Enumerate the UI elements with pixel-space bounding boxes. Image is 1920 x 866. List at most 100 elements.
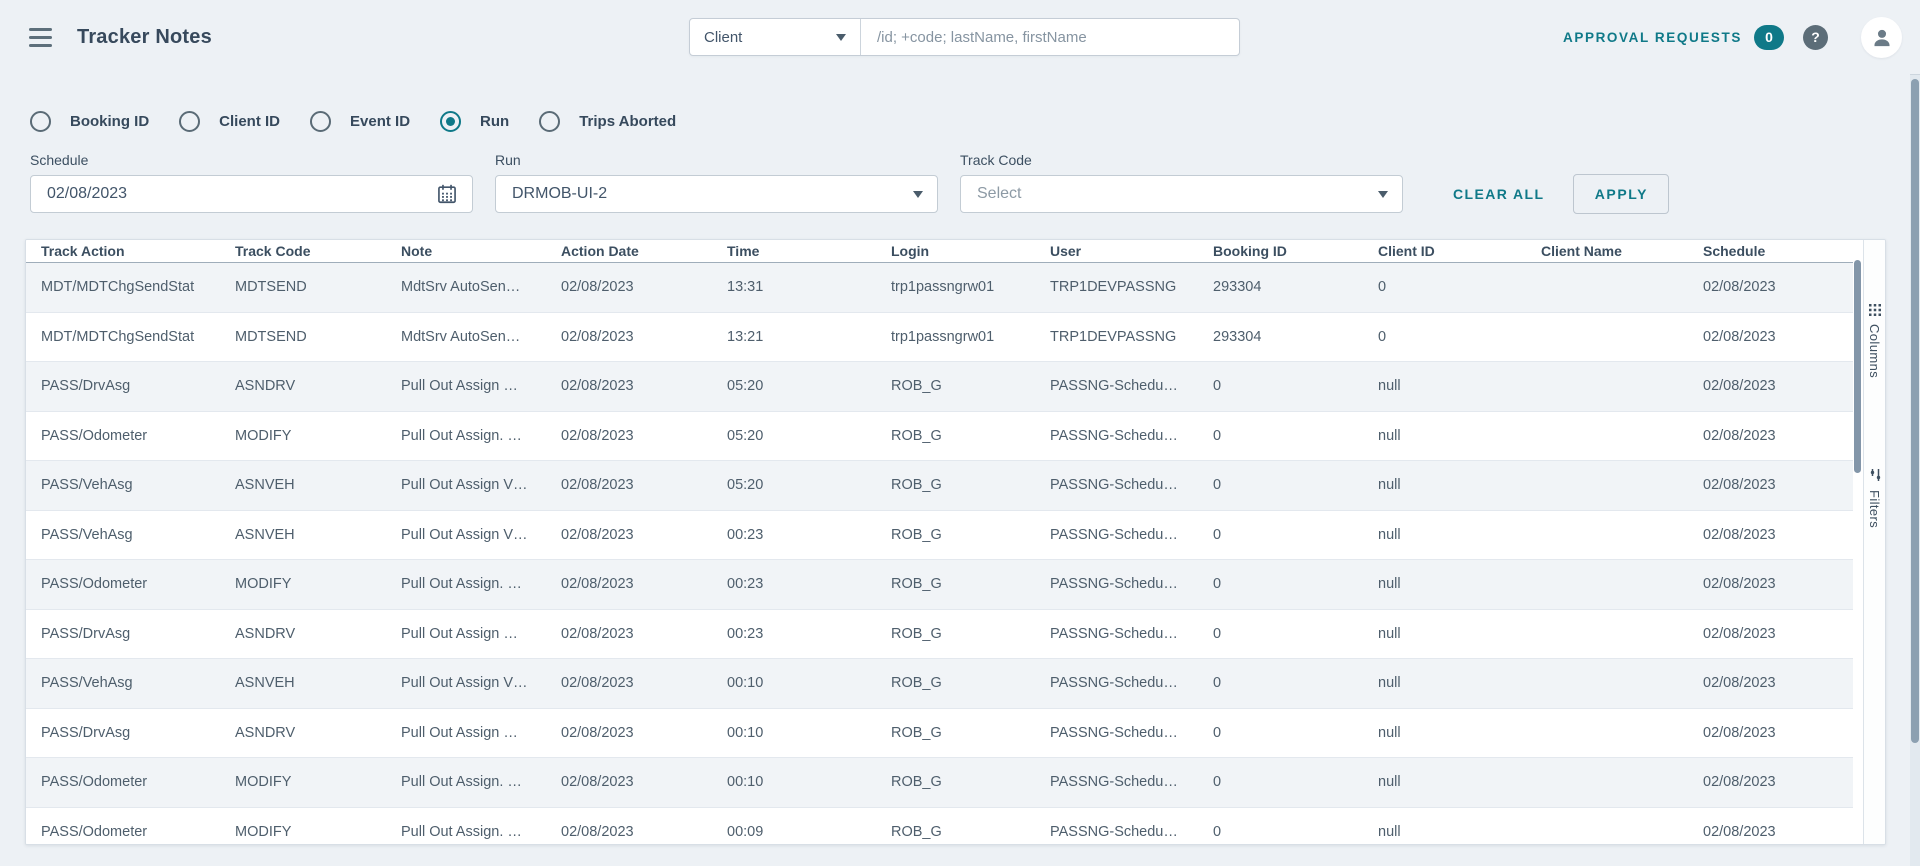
- table-cell: null: [1378, 675, 1401, 691]
- table-cell: 00:23: [727, 625, 764, 642]
- column-header-login[interactable]: Login: [876, 240, 1035, 262]
- column-header-note[interactable]: Note: [386, 240, 546, 262]
- table-row[interactable]: PASS/Odometer MODIFY Pull Out Assign. … 02/…: [26, 807, 1853, 845]
- table-cell: TRP1DEVPASSNG: [1050, 328, 1177, 345]
- table-cell: trp1passngrw01: [891, 279, 995, 295]
- table-cell: [1526, 461, 1688, 510]
- column-header-schedule[interactable]: Schedule: [1688, 240, 1853, 262]
- table-cell: ASNDRV: [235, 378, 296, 394]
- column-header-client-id[interactable]: Client ID: [1363, 240, 1526, 262]
- radio-unselected-icon[interactable]: [539, 110, 561, 132]
- table-cell: [1526, 758, 1688, 807]
- table-cell: 02/08/2023: [561, 774, 634, 790]
- column-header-user[interactable]: User: [1035, 240, 1198, 262]
- page-title: Tracker Notes: [77, 25, 212, 48]
- table-row[interactable]: MDT/MDTChgSendStat MDTSEND MdtSrv AutoSen……: [26, 312, 1853, 362]
- table-cell: ASNVEH: [235, 526, 295, 543]
- filter-actions: CLEAR ALL APPLY: [1425, 174, 1670, 214]
- table-cell: 02/08/2023: [1703, 724, 1776, 741]
- table-row[interactable]: PASS/DrvAsg ASNDRV Pull Out Assign … 02/08/…: [26, 362, 1853, 412]
- table-cell: PASSNG-Schedu…: [1050, 625, 1178, 642]
- table-row[interactable]: PASS/Odometer MODIFY Pull Out Assign. … 02/…: [26, 411, 1853, 461]
- column-header-booking-id[interactable]: Booking ID: [1198, 240, 1363, 262]
- column-header-time[interactable]: Time: [712, 240, 876, 262]
- clear-all-button[interactable]: CLEAR ALL: [1453, 186, 1544, 202]
- apply-button[interactable]: APPLY: [1573, 174, 1670, 214]
- table-cell: PASS/VehAsg: [41, 526, 133, 543]
- table-row[interactable]: MDT/MDTChgSendStat MDTSEND MdtSrv AutoSen……: [26, 263, 1853, 313]
- table-row[interactable]: PASS/VehAsg ASNVEH Pull Out Assign V… 02/08…: [26, 461, 1853, 511]
- table-row[interactable]: PASS/VehAsg ASNVEH Pull Out Assign V… 02/08…: [26, 510, 1853, 560]
- radio-event-id[interactable]: Event ID: [310, 110, 410, 132]
- radio-booking-id[interactable]: Booking ID: [30, 110, 149, 132]
- radio-unselected-icon[interactable]: [30, 110, 51, 132]
- column-header-client-name[interactable]: Client Name: [1526, 240, 1688, 262]
- approval-requests-link[interactable]: APPROVAL REQUESTS: [1563, 30, 1742, 45]
- menu-icon[interactable]: [29, 27, 53, 47]
- filters-tab[interactable]: Filters: [1867, 468, 1882, 528]
- avatar[interactable]: [1861, 16, 1902, 58]
- table-cell: PASS/VehAsg: [41, 675, 133, 691]
- columns-grid-icon: [1868, 304, 1881, 316]
- help-icon[interactable]: ?: [1803, 24, 1828, 50]
- filter-fields-row: Schedule 02/08/2023 Run DRMOB-UI-2 Track…: [30, 152, 1890, 214]
- schedule-label: Schedule: [30, 152, 89, 168]
- radio-unselected-icon[interactable]: [179, 110, 201, 132]
- results-table-card: Track Action Track Code Note Action Date Tim…: [25, 239, 1886, 845]
- radio-unselected-icon[interactable]: [310, 110, 332, 132]
- table-cell: PASS/Odometer: [41, 823, 148, 840]
- table-cell: [1526, 362, 1688, 411]
- column-header-track-action[interactable]: Track Action: [26, 240, 220, 262]
- column-header-track-code[interactable]: Track Code: [220, 240, 386, 262]
- table-cell: ROB_G: [891, 625, 942, 642]
- table-cell: [1526, 808, 1688, 845]
- table-row[interactable]: PASS/Odometer MODIFY Pull Out Assign. … 02/…: [26, 758, 1853, 808]
- table-cell: MdtSrv AutoSen…: [401, 328, 521, 345]
- radio-trips-aborted[interactable]: Trips Aborted: [539, 110, 676, 132]
- table-cell: [1526, 263, 1688, 312]
- page-scrollbar[interactable]: [1910, 74, 1920, 866]
- table-cell: 0: [1378, 279, 1387, 295]
- table-cell: PASSNG-Schedu…: [1050, 823, 1178, 840]
- columns-tab[interactable]: Columns: [1867, 304, 1882, 378]
- table-scrollbar-thumb[interactable]: [1854, 260, 1861, 473]
- table-cell: 02/08/2023: [561, 378, 634, 394]
- table-cell: 02/08/2023: [1703, 774, 1776, 790]
- table-row[interactable]: PASS/Odometer MODIFY Pull Out Assign. … 02/…: [26, 560, 1853, 610]
- calendar-icon[interactable]: [436, 183, 458, 205]
- table-cell: PASSNG-Schedu…: [1050, 576, 1178, 592]
- table-cell: Pull Out Assign. …: [401, 774, 522, 790]
- table-row[interactable]: PASS/DrvAsg ASNDRV Pull Out Assign … 02/08/…: [26, 708, 1853, 758]
- filter-section: Booking ID Client ID Event ID Run Trips Abor…: [0, 74, 1920, 214]
- table-cell: null: [1378, 774, 1401, 790]
- table-cell: Pull Out Assign …: [401, 724, 518, 741]
- table-scrollbar[interactable]: [1853, 240, 1863, 844]
- table-cell: 02/08/2023: [561, 823, 634, 840]
- table-cell: 00:09: [727, 823, 764, 840]
- table-cell: 293304: [1213, 328, 1262, 345]
- table-cell: 02/08/2023: [561, 328, 634, 345]
- search-input[interactable]: [861, 19, 1239, 55]
- table-row[interactable]: PASS/VehAsg ASNVEH Pull Out Assign V… 02/08…: [26, 659, 1853, 709]
- table-cell: PASSNG-Schedu…: [1050, 526, 1178, 543]
- radio-selected-icon[interactable]: [440, 110, 462, 132]
- table-cell: 0: [1378, 328, 1387, 345]
- table-cell: 02/08/2023: [561, 576, 634, 592]
- table-cell: 02/08/2023: [561, 279, 634, 295]
- column-header-action-date[interactable]: Action Date: [546, 240, 712, 262]
- radio-run[interactable]: Run: [440, 110, 509, 132]
- track-code-select[interactable]: Select: [960, 175, 1403, 213]
- radio-client-id[interactable]: Client ID: [179, 110, 280, 132]
- page-scrollbar-thumb[interactable]: [1911, 79, 1919, 743]
- table-cell: ROB_G: [891, 526, 942, 543]
- table-cell: Pull Out Assign. …: [401, 576, 522, 592]
- table-cell: 02/08/2023: [1703, 427, 1776, 444]
- run-select[interactable]: DRMOB-UI-2: [495, 175, 938, 213]
- table-cell: 02/08/2023: [561, 625, 634, 642]
- table-cell: 0: [1213, 625, 1222, 642]
- table-row[interactable]: PASS/DrvAsg ASNDRV Pull Out Assign … 02/08/…: [26, 609, 1853, 659]
- table-cell: ASNVEH: [235, 675, 295, 691]
- schedule-date-input[interactable]: 02/08/2023: [30, 175, 473, 213]
- search-category-dropdown[interactable]: Client: [690, 19, 860, 55]
- table-cell: 00:10: [727, 675, 764, 691]
